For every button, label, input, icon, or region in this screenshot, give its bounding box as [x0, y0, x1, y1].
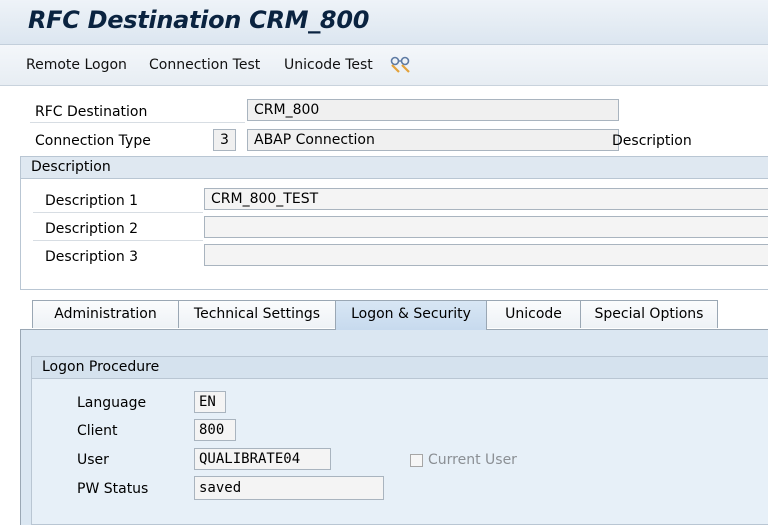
- description-2-field[interactable]: [204, 216, 768, 238]
- logon-procedure-title: Logon Procedure: [32, 357, 768, 379]
- tab-unicode[interactable]: Unicode: [486, 300, 581, 328]
- rfc-destination-label: RFC Destination: [35, 104, 148, 120]
- user-field[interactable]: QUALIBRATE04: [194, 448, 331, 470]
- row-divider: [30, 122, 245, 123]
- description-1-field[interactable]: CRM_800_TEST: [204, 188, 768, 210]
- unicode-test-button[interactable]: Unicode Test: [284, 57, 373, 73]
- tab-administration[interactable]: Administration: [32, 300, 179, 328]
- connection-test-button[interactable]: Connection Test: [149, 57, 260, 73]
- client-field[interactable]: 800: [194, 419, 236, 441]
- language-field[interactable]: EN: [194, 391, 226, 413]
- description-group: Description Description 1 CRM_800_TEST D…: [20, 156, 768, 290]
- pw-status-field: saved: [194, 476, 384, 500]
- tab-special-options[interactable]: Special Options: [580, 300, 718, 328]
- row-divider: [33, 240, 203, 241]
- user-label: User: [77, 452, 109, 468]
- description-label: Description: [612, 133, 692, 149]
- description-3-label: Description 3: [45, 249, 139, 265]
- connection-type-label: Connection Type: [35, 133, 151, 149]
- current-user-label: Current User: [428, 452, 517, 468]
- language-label: Language: [77, 395, 147, 411]
- glasses-icon[interactable]: [389, 53, 413, 73]
- tab-strip: Administration Technical Settings Logon …: [20, 300, 768, 330]
- logon-procedure-group: Logon Procedure Language EN Client 800 U…: [31, 356, 768, 525]
- connection-type-code-field: 3: [213, 129, 236, 151]
- row-divider: [33, 212, 203, 213]
- remote-logon-button[interactable]: Remote Logon: [26, 57, 127, 73]
- description-group-title: Description: [21, 157, 768, 179]
- description-2-label: Description 2: [45, 221, 139, 237]
- pw-status-label: PW Status: [77, 481, 149, 497]
- description-1-label: Description 1: [45, 193, 139, 209]
- tab-logon-security[interactable]: Logon & Security: [335, 300, 487, 330]
- client-label: Client: [77, 423, 118, 439]
- description-3-field[interactable]: [204, 244, 768, 266]
- title-bar: RFC Destination CRM_800: [0, 0, 768, 45]
- current-user-checkbox[interactable]: [410, 454, 423, 467]
- tab-technical-settings[interactable]: Technical Settings: [178, 300, 336, 328]
- destination-header: RFC Destination CRM_800 Connection Type …: [20, 90, 768, 156]
- application-toolbar: Remote Logon Connection Test Unicode Tes…: [0, 45, 768, 86]
- connection-type-field: ABAP Connection: [247, 129, 619, 151]
- page-title: RFC Destination CRM_800: [28, 6, 370, 34]
- rfc-destination-field: CRM_800: [247, 99, 619, 121]
